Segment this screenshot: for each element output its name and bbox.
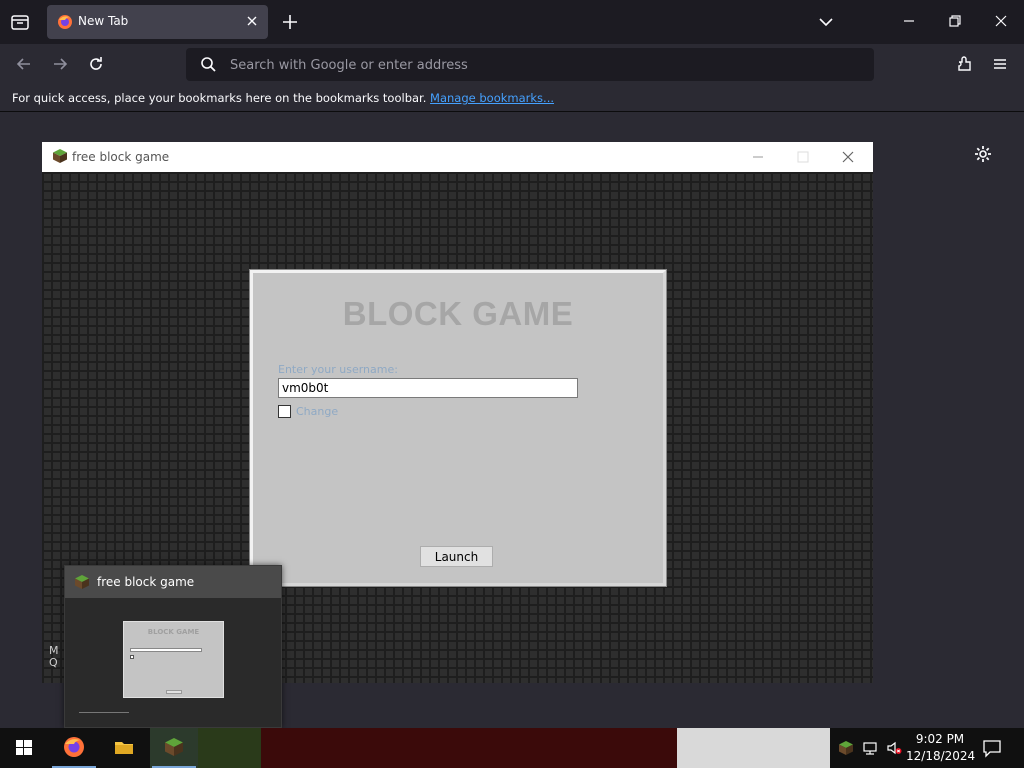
windows-logo-icon bbox=[13, 736, 35, 758]
preview-footer-line bbox=[79, 712, 129, 716]
thumbnail-button bbox=[166, 690, 182, 694]
username-label: Enter your username: bbox=[278, 363, 398, 376]
minimize-icon[interactable] bbox=[748, 147, 768, 167]
taskbar-thumbnail-preview[interactable]: free block game BLOCK GAME bbox=[64, 565, 282, 728]
maximize-icon[interactable] bbox=[793, 147, 813, 167]
minimize-icon[interactable] bbox=[898, 10, 920, 32]
close-icon[interactable] bbox=[838, 147, 858, 167]
taskbar-file-explorer[interactable] bbox=[100, 728, 148, 768]
bookmarks-message: For quick access, place your bookmarks h… bbox=[12, 91, 554, 105]
menu-icon[interactable] bbox=[990, 54, 1010, 74]
game-window-titlebar[interactable]: free block game bbox=[42, 142, 873, 172]
clock-time: 9:02 PM bbox=[915, 732, 965, 746]
extensions-icon[interactable] bbox=[955, 54, 975, 74]
close-window-icon[interactable] bbox=[990, 10, 1012, 32]
notification-icon[interactable] bbox=[981, 737, 1003, 759]
option-checkbox-label: Change bbox=[296, 405, 339, 418]
launcher-dialog: BLOCK GAME Enter your username: Change L… bbox=[250, 270, 666, 586]
tab-list-icon[interactable] bbox=[8, 10, 32, 34]
grass-block-icon bbox=[163, 736, 185, 758]
address-bar[interactable] bbox=[186, 48, 874, 81]
preview-title: free block game bbox=[97, 575, 195, 589]
grass-block-tray-icon[interactable] bbox=[838, 740, 854, 756]
game-heading: BLOCK GAME bbox=[342, 295, 574, 332]
manage-bookmarks-link[interactable]: Manage bookmarks... bbox=[430, 91, 554, 105]
preview-header: free block game bbox=[65, 566, 281, 598]
forward-arrow-icon[interactable] bbox=[50, 54, 70, 74]
grass-block-icon bbox=[74, 574, 90, 590]
chevron-down-icon[interactable] bbox=[816, 12, 836, 32]
option-checkbox[interactable] bbox=[278, 405, 291, 418]
reload-icon[interactable] bbox=[86, 54, 106, 74]
clock-date: 12/18/2024 bbox=[906, 749, 976, 763]
thumbnail-input bbox=[130, 648, 202, 652]
volume-muted-icon[interactable] bbox=[886, 740, 902, 756]
grass-block-icon bbox=[52, 148, 68, 164]
search-icon bbox=[200, 56, 217, 73]
bookmarks-hint-text: For quick access, place your bookmarks h… bbox=[12, 91, 427, 105]
username-input[interactable] bbox=[278, 378, 578, 398]
gear-icon[interactable] bbox=[973, 144, 993, 164]
taskbar-firefox[interactable] bbox=[50, 728, 98, 768]
firefox-icon bbox=[63, 736, 85, 758]
taskbar-block-game[interactable] bbox=[150, 728, 198, 768]
network-icon[interactable] bbox=[862, 740, 878, 756]
thumbnail-checkbox bbox=[130, 655, 134, 659]
partial-text: MQ bbox=[49, 644, 59, 669]
windows-taskbar: 9:02 PM 12/18/2024 bbox=[0, 728, 1024, 768]
folder-icon bbox=[113, 736, 135, 758]
new-tab-icon[interactable] bbox=[280, 12, 300, 32]
close-tab-icon[interactable] bbox=[244, 13, 260, 29]
address-input[interactable] bbox=[230, 54, 850, 76]
navigation-toolbar bbox=[0, 44, 1024, 84]
system-clock[interactable]: 9:02 PM 12/18/2024 bbox=[906, 731, 976, 765]
browser-tab-bar: New Tab bbox=[0, 0, 1024, 44]
tab-title: New Tab bbox=[78, 14, 129, 28]
bookmarks-toolbar: For quick access, place your bookmarks h… bbox=[0, 84, 1024, 112]
firefox-icon bbox=[57, 14, 73, 30]
restore-icon[interactable] bbox=[944, 10, 966, 32]
preview-thumbnail: BLOCK GAME bbox=[123, 621, 224, 698]
tab-new-tab[interactable]: New Tab bbox=[47, 5, 268, 39]
game-window-title: free block game bbox=[72, 150, 170, 164]
start-button[interactable] bbox=[0, 728, 48, 768]
desktop-wallpaper-strip bbox=[197, 728, 830, 768]
back-arrow-icon[interactable] bbox=[14, 54, 34, 74]
thumbnail-heading: BLOCK GAME bbox=[147, 628, 200, 636]
launch-button[interactable]: Launch bbox=[420, 546, 493, 567]
